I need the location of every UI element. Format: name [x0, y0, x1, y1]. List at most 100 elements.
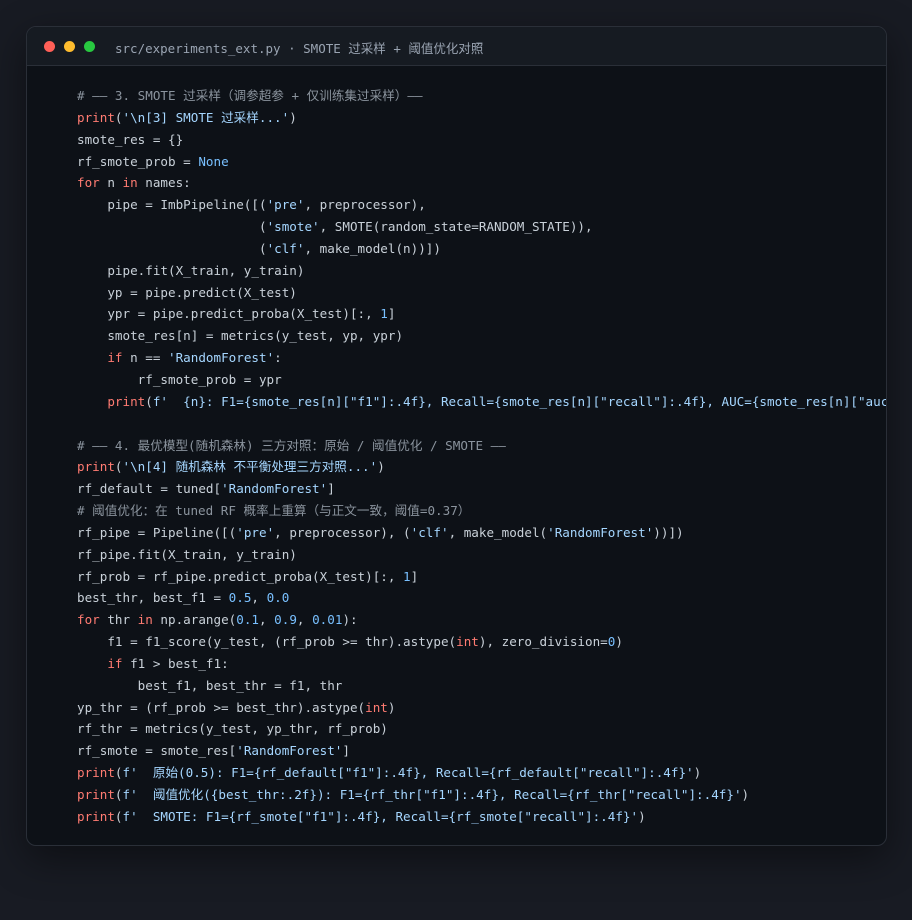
code-line: ypr = pipe.predict_proba(X_test)[:, 1]: [77, 303, 886, 325]
code-token: ):: [342, 612, 358, 628]
code-token: , SMOTE(random_state=RANDOM_STATE)),: [319, 219, 593, 235]
code-line: rf_pipe = Pipeline([('pre', preprocessor…: [77, 522, 886, 544]
window-title: src/experiments_ext.py · SMOTE 过采样 + 阈值优…: [115, 41, 484, 56]
code-token: :: [274, 350, 282, 366]
code-line: if f1 > best_f1:: [77, 653, 886, 675]
string-token: 'clf': [410, 524, 449, 540]
string-token: 'RandomForest': [547, 524, 654, 540]
code-token: ,: [259, 612, 275, 628]
keyword-token: print: [77, 765, 115, 781]
code-line: best_f1, best_thr = f1, thr: [77, 675, 886, 697]
keyword-token: int: [456, 634, 479, 650]
number-token: 0.9: [274, 612, 297, 628]
window-titlebar: src/experiments_ext.py · SMOTE 过采样 + 阈值优…: [27, 27, 886, 66]
code-token: (: [145, 393, 153, 409]
code-token: , preprocessor), (: [274, 524, 411, 540]
code-line: # —— 3. SMOTE 过采样（调参超参 + 仅训练集过采样）——: [77, 85, 886, 107]
code-token: ,: [251, 590, 267, 606]
code-line: # 阈值优化：在 tuned RF 概率上重算（与正文一致，阈值=0.37）: [77, 500, 886, 522]
code-token: rf_prob = rf_pipe.predict_proba(X_test)[…: [77, 568, 404, 584]
code-line: print(f' 原始(0.5): F1={rf_default["f1"]:.…: [77, 762, 886, 784]
code-line: for n in names:: [77, 172, 886, 194]
number-token: 1: [403, 568, 411, 584]
code-line: rf_prob = rf_pipe.predict_proba(X_test)[…: [77, 566, 886, 588]
code-line: smote_res[n] = metrics(y_test, yp, ypr): [77, 325, 886, 347]
code-token: np.arange(: [152, 612, 237, 628]
code-line: yp_thr = (rf_prob >= best_thr).astype(in…: [77, 697, 886, 719]
code-token: (: [114, 787, 123, 802]
keyword-token: in: [137, 612, 153, 628]
code-token: (: [114, 109, 123, 125]
close-window-button[interactable]: [44, 41, 55, 52]
code-line: pipe.fit(X_train, y_train): [77, 260, 886, 282]
code-line: rf_default = tuned['RandomForest']: [77, 478, 886, 500]
code-token: ]: [342, 743, 350, 759]
code-token: names:: [137, 175, 191, 191]
string-token: 'pre': [266, 197, 305, 213]
code-token: pipe.fit(X_train, y_train): [77, 262, 305, 278]
string-token: 'smote': [266, 219, 320, 235]
keyword-token: print: [77, 459, 115, 475]
keyword-token: in: [122, 175, 138, 191]
code-token: n ==: [122, 350, 168, 366]
string-token: f' SMOTE: F1={rf_smote["f1"]:.4f}, Recal…: [122, 808, 639, 824]
number-token: 1: [380, 306, 388, 322]
string-token: f' 阈值优化({best_thr:.2f}): F1={rf_thr["f1"…: [122, 787, 742, 802]
code-token: rf_smote_prob =: [77, 153, 199, 169]
code-token: ): [693, 765, 702, 781]
keyword-token: if: [77, 350, 123, 366]
code-editor[interactable]: # —— 3. SMOTE 过采样（调参超参 + 仅训练集过采样）—— print…: [77, 85, 886, 828]
code-token: thr: [99, 612, 138, 628]
string-token: '\n[4] 随机森林 不平衡处理三方对照...': [122, 459, 378, 475]
keyword-token: int: [365, 699, 388, 715]
string-token: 'clf': [266, 240, 305, 256]
code-token: smote_res = {}: [77, 131, 184, 147]
code-token: ): [615, 634, 623, 650]
code-token: pipe = ImbPipeline([(: [77, 197, 267, 213]
code-line: # —— 4. 最优模型(随机森林) 三方对照：原始 / 阈值优化 / SMOT…: [77, 435, 886, 457]
comment-token: # —— 4. 最优模型(随机森林) 三方对照：原始 / 阈值优化 / SMOT…: [77, 437, 506, 453]
number-token: 0.01: [312, 612, 343, 628]
code-token: , make_model(n))]): [304, 240, 441, 256]
code-token: yp_thr = (rf_prob >= best_thr).astype(: [77, 699, 366, 715]
code-line: rf_smote_prob = None: [77, 151, 886, 173]
code-token: best_f1, best_thr = f1, thr: [77, 677, 343, 693]
code-token: ): [741, 787, 750, 802]
minimize-window-button[interactable]: [64, 41, 75, 52]
code-token: ): [638, 808, 646, 824]
code-line: print('\n[4] 随机森林 不平衡处理三方对照...'): [77, 456, 886, 478]
code-line: rf_smote_prob = ypr: [77, 369, 886, 391]
code-line: rf_thr = metrics(y_test, yp_thr, rf_prob…: [77, 718, 886, 740]
maximize-window-button[interactable]: [84, 41, 95, 52]
number-token: 0.5: [228, 590, 252, 606]
keyword-token: print: [77, 787, 115, 802]
code-token: , make_model(: [448, 524, 548, 540]
code-line: pipe = ImbPipeline([('pre', preprocessor…: [77, 194, 886, 216]
code-token: ): [387, 699, 396, 715]
code-token: ): [377, 459, 385, 475]
code-window: src/experiments_ext.py · SMOTE 过采样 + 阈值优…: [26, 26, 887, 846]
code-token: rf_pipe = Pipeline([(: [77, 524, 237, 540]
code-line: rf_pipe.fit(X_train, y_train): [77, 544, 886, 566]
code-token: ), zero_division=: [478, 634, 608, 650]
code-token: n: [99, 175, 123, 191]
code-token: rf_thr = metrics(y_test, yp_thr, rf_prob…: [77, 721, 388, 737]
code-line: best_thr, best_f1 = 0.5, 0.0: [77, 587, 886, 609]
keyword-token: print: [77, 393, 146, 409]
code-token: (: [77, 240, 267, 256]
code-token: rf_smote_prob = ypr: [77, 371, 282, 387]
code-token: , preprocessor),: [304, 197, 426, 213]
code-token: rf_smote = smote_res[: [77, 743, 237, 759]
code-token: f1 = f1_score(y_test, (rf_prob >= thr).a…: [77, 634, 457, 650]
code-line: f1 = f1_score(y_test, (rf_prob >= thr).a…: [77, 631, 886, 653]
code-line: if n == 'RandomForest':: [77, 347, 886, 369]
keyword-token: print: [77, 109, 115, 125]
string-token: 'RandomForest': [168, 350, 275, 366]
code-token: (: [77, 219, 267, 235]
code-line: print(f' SMOTE: F1={rf_smote["f1"]:.4f},…: [77, 806, 886, 828]
code-token: ]: [387, 306, 396, 322]
number-token: 0.0: [266, 590, 290, 606]
code-token: ]: [327, 481, 335, 497]
code-token: ypr = pipe.predict_proba(X_test)[:,: [77, 306, 381, 322]
code-token: ))]): [653, 524, 684, 540]
